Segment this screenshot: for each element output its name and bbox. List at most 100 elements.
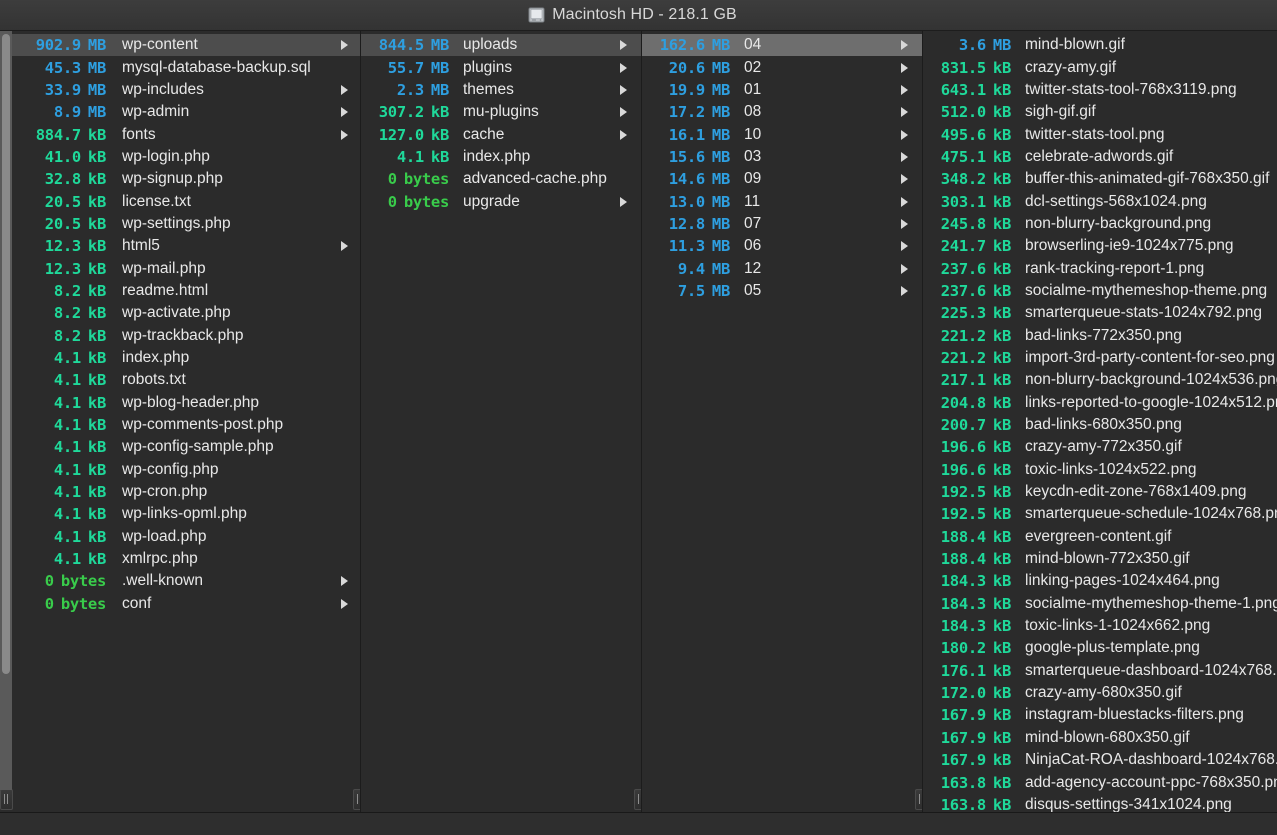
file-row[interactable]: 307.2kBmu-plugins bbox=[361, 101, 641, 123]
disclosure-arrow-icon[interactable] bbox=[899, 124, 913, 146]
file-row[interactable]: 844.5MBuploads bbox=[361, 34, 641, 56]
file-row[interactable]: 475.1kBcelebrate-adwords.gif bbox=[923, 146, 1277, 168]
disclosure-arrow-icon[interactable] bbox=[339, 235, 353, 257]
file-row[interactable]: 237.6kBsocialme-mythemeshop-theme.png bbox=[923, 280, 1277, 302]
disclosure-arrow-icon[interactable] bbox=[899, 79, 913, 101]
column-2-scroll-area[interactable]: 844.5MBuploads55.7MBplugins2.3MBthemes30… bbox=[361, 31, 641, 790]
disclosure-arrow-icon[interactable] bbox=[618, 124, 632, 146]
file-row[interactable]: 8.2kBreadme.html bbox=[0, 280, 360, 302]
file-row[interactable]: 33.9MBwp-includes bbox=[0, 79, 360, 101]
file-row[interactable]: 196.6kBcrazy-amy-772x350.gif bbox=[923, 436, 1277, 458]
disclosure-arrow-icon[interactable] bbox=[899, 146, 913, 168]
file-row[interactable]: 127.0kBcache bbox=[361, 123, 641, 145]
file-row[interactable]: 8.2kBwp-trackback.php bbox=[0, 324, 360, 346]
file-row[interactable]: 167.9kBmind-blown-680x350.gif bbox=[923, 727, 1277, 749]
file-row[interactable]: 0bytesupgrade bbox=[361, 190, 641, 212]
disclosure-arrow-icon[interactable] bbox=[339, 101, 353, 123]
browser-column-2[interactable]: 844.5MBuploads55.7MBplugins2.3MBthemes30… bbox=[361, 31, 642, 812]
disclosure-arrow-icon[interactable] bbox=[618, 101, 632, 123]
disclosure-arrow-icon[interactable] bbox=[618, 34, 632, 56]
file-row[interactable]: 163.8kBdisqus-settings-341x1024.png bbox=[923, 794, 1277, 812]
file-row[interactable]: 204.8kBlinks-reported-to-google-1024x512… bbox=[923, 392, 1277, 414]
disclosure-arrow-icon[interactable] bbox=[339, 34, 353, 56]
column-3-scroll-area[interactable]: 162.6MB0420.6MB0219.9MB0117.2MB0816.1MB1… bbox=[642, 31, 922, 790]
disclosure-arrow-icon[interactable] bbox=[899, 280, 913, 302]
column-resize-grip[interactable] bbox=[0, 789, 13, 810]
file-row[interactable]: 0bytes.well-known bbox=[0, 570, 360, 592]
file-row[interactable]: 192.5kBsmarterqueue-schedule-1024x768.pn… bbox=[923, 503, 1277, 525]
file-row[interactable]: 4.1kBwp-cron.php bbox=[0, 481, 360, 503]
file-row[interactable]: 221.2kBimport-3rd-party-content-for-seo.… bbox=[923, 347, 1277, 369]
file-row[interactable]: 884.7kBfonts bbox=[0, 123, 360, 145]
file-row[interactable]: 17.2MB08 bbox=[642, 101, 922, 123]
disclosure-arrow-icon[interactable] bbox=[899, 258, 913, 280]
browser-column-4[interactable]: 3.6MBmind-blown.gif831.5kBcrazy-amy.gif6… bbox=[923, 31, 1277, 812]
file-row[interactable]: 4.1kBindex.php bbox=[361, 146, 641, 168]
column-resize-grip[interactable] bbox=[915, 789, 923, 810]
column-4-scroll-area[interactable]: 3.6MBmind-blown.gif831.5kBcrazy-amy.gif6… bbox=[923, 31, 1277, 812]
file-row[interactable]: 241.7kBbrowserling-ie9-1024x775.png bbox=[923, 235, 1277, 257]
file-row[interactable]: 20.5kBwp-settings.php bbox=[0, 213, 360, 235]
column-1-scroll-area[interactable]: 902.9MBwp-content45.3MBmysql-database-ba… bbox=[0, 31, 360, 790]
file-row[interactable]: 3.6MBmind-blown.gif bbox=[923, 34, 1277, 56]
file-row[interactable]: 12.8MB07 bbox=[642, 213, 922, 235]
file-row[interactable]: 188.4kBmind-blown-772x350.gif bbox=[923, 548, 1277, 570]
disclosure-arrow-icon[interactable] bbox=[899, 57, 913, 79]
scrollbar-thumb[interactable] bbox=[2, 34, 10, 674]
file-row[interactable]: 32.8kBwp-signup.php bbox=[0, 168, 360, 190]
column-resize-grip[interactable] bbox=[353, 789, 361, 810]
disclosure-arrow-icon[interactable] bbox=[618, 191, 632, 213]
file-row[interactable]: 643.1kBtwitter-stats-tool-768x3119.png bbox=[923, 79, 1277, 101]
file-row[interactable]: 221.2kBbad-links-772x350.png bbox=[923, 324, 1277, 346]
file-row[interactable]: 184.3kBlinking-pages-1024x464.png bbox=[923, 570, 1277, 592]
file-row[interactable]: 4.1kBwp-load.php bbox=[0, 526, 360, 548]
file-row[interactable]: 217.1kBnon-blurry-background-1024x536.pn… bbox=[923, 369, 1277, 391]
disclosure-arrow-icon[interactable] bbox=[339, 79, 353, 101]
file-row[interactable]: 192.5kBkeycdn-edit-zone-768x1409.png bbox=[923, 481, 1277, 503]
file-row[interactable]: 4.1kBxmlrpc.php bbox=[0, 548, 360, 570]
file-row[interactable]: 12.3kBwp-mail.php bbox=[0, 257, 360, 279]
file-row[interactable]: 4.1kBwp-blog-header.php bbox=[0, 392, 360, 414]
file-row[interactable]: 4.1kBwp-config-sample.php bbox=[0, 436, 360, 458]
file-row[interactable]: 4.1kBwp-links-opml.php bbox=[0, 503, 360, 525]
file-row[interactable]: 55.7MBplugins bbox=[361, 56, 641, 78]
file-row[interactable]: 16.1MB10 bbox=[642, 123, 922, 145]
file-row[interactable]: 4.1kBwp-config.php bbox=[0, 459, 360, 481]
file-row[interactable]: 20.6MB02 bbox=[642, 56, 922, 78]
file-row[interactable]: 8.2kBwp-activate.php bbox=[0, 302, 360, 324]
disclosure-arrow-icon[interactable] bbox=[899, 213, 913, 235]
file-row[interactable]: 167.9kBinstagram-bluestacks-filters.png bbox=[923, 704, 1277, 726]
file-row[interactable]: 495.6kBtwitter-stats-tool.png bbox=[923, 123, 1277, 145]
file-row[interactable]: 2.3MBthemes bbox=[361, 79, 641, 101]
column-1-vertical-scrollbar[interactable] bbox=[0, 31, 12, 790]
file-row[interactable]: 13.0MB11 bbox=[642, 190, 922, 212]
file-row[interactable]: 7.5MB05 bbox=[642, 280, 922, 302]
file-row[interactable]: 12.3kBhtml5 bbox=[0, 235, 360, 257]
disclosure-arrow-icon[interactable] bbox=[899, 101, 913, 123]
file-row[interactable]: 14.6MB09 bbox=[642, 168, 922, 190]
file-row[interactable]: 8.9MBwp-admin bbox=[0, 101, 360, 123]
browser-column-1[interactable]: 902.9MBwp-content45.3MBmysql-database-ba… bbox=[0, 31, 361, 812]
file-row[interactable]: 831.5kBcrazy-amy.gif bbox=[923, 56, 1277, 78]
file-row[interactable]: 9.4MB12 bbox=[642, 257, 922, 279]
disclosure-arrow-icon[interactable] bbox=[618, 79, 632, 101]
file-row[interactable]: 180.2kBgoogle-plus-template.png bbox=[923, 637, 1277, 659]
file-row[interactable]: 184.3kBtoxic-links-1-1024x662.png bbox=[923, 615, 1277, 637]
file-row[interactable]: 167.9kBNinjaCat-ROA-dashboard-1024x768.p… bbox=[923, 749, 1277, 771]
file-row[interactable]: 41.0kBwp-login.php bbox=[0, 146, 360, 168]
file-row[interactable]: 176.1kBsmarterqueue-dashboard-1024x768.p… bbox=[923, 660, 1277, 682]
disclosure-arrow-icon[interactable] bbox=[339, 593, 353, 615]
disclosure-arrow-icon[interactable] bbox=[339, 124, 353, 146]
file-row[interactable]: 225.3kBsmarterqueue-stats-1024x792.png bbox=[923, 302, 1277, 324]
disclosure-arrow-icon[interactable] bbox=[339, 570, 353, 592]
disclosure-arrow-icon[interactable] bbox=[899, 191, 913, 213]
file-row[interactable]: 237.6kBrank-tracking-report-1.png bbox=[923, 257, 1277, 279]
column-resize-grip[interactable] bbox=[634, 789, 642, 810]
file-row[interactable]: 15.6MB03 bbox=[642, 146, 922, 168]
file-row[interactable]: 11.3MB06 bbox=[642, 235, 922, 257]
file-row[interactable]: 196.6kBtoxic-links-1024x522.png bbox=[923, 459, 1277, 481]
disclosure-arrow-icon[interactable] bbox=[899, 235, 913, 257]
file-row[interactable]: 902.9MBwp-content bbox=[0, 34, 360, 56]
browser-column-3[interactable]: 162.6MB0420.6MB0219.9MB0117.2MB0816.1MB1… bbox=[642, 31, 923, 812]
file-row[interactable]: 20.5kBlicense.txt bbox=[0, 190, 360, 212]
